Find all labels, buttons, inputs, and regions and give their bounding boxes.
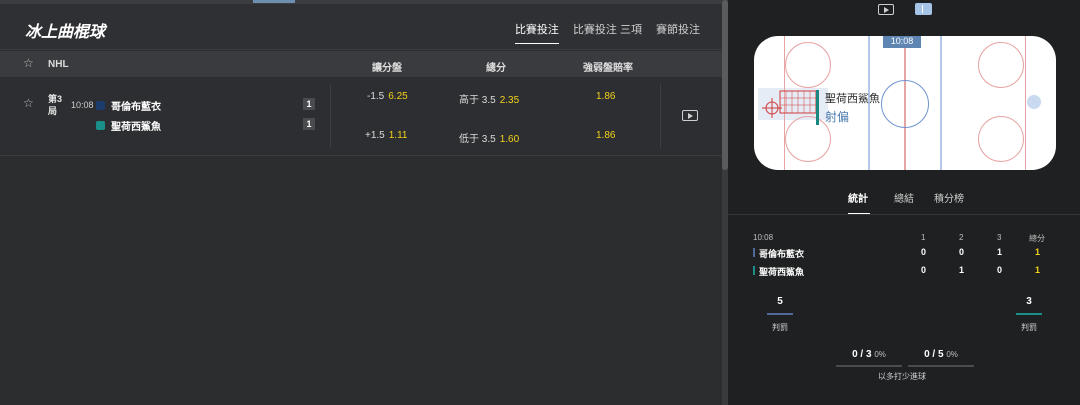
team-home-score: 1 bbox=[303, 98, 315, 110]
penalties-home-value: 5 bbox=[777, 296, 783, 307]
team-away-name: 聖荷西鯊魚 bbox=[111, 122, 161, 133]
rink-view-icon[interactable] bbox=[915, 3, 932, 15]
center-circle bbox=[881, 80, 929, 128]
ice-rink: 10:08 聖荷西鯊魚 射偏 bbox=[754, 36, 1056, 170]
sport-header: 冰上曲棍球 比賽投注 比賽投注 三項 賽節投注 bbox=[0, 4, 722, 50]
divider bbox=[660, 84, 661, 148]
col-handicap: 讓分盤 bbox=[372, 63, 402, 74]
tab-match-betting-3way[interactable]: 比賽投注 三項 bbox=[573, 21, 642, 44]
rink-clock: 10:08 bbox=[883, 36, 921, 48]
goal-net-icon bbox=[762, 90, 817, 118]
penalties-label: 判罰 bbox=[1021, 323, 1037, 332]
tab-match-betting[interactable]: 比賽投注 bbox=[514, 21, 559, 44]
match-clock: 10:08 bbox=[71, 100, 94, 110]
penalties-home: 5 判罰 bbox=[760, 296, 800, 333]
event-action: 射偏 bbox=[825, 110, 850, 124]
goal-crease bbox=[1027, 95, 1041, 109]
powerplay-away: 0 / 5 0% bbox=[908, 349, 974, 367]
divider bbox=[728, 214, 1080, 215]
total-header: 總分 bbox=[1029, 234, 1045, 243]
total-odd-under[interactable]: 低于 3.5 1.60 bbox=[459, 130, 519, 145]
faceoff-circle bbox=[978, 42, 1024, 88]
tab-stats[interactable]: 統計 bbox=[848, 190, 868, 205]
team-away-total: 1 bbox=[1035, 265, 1041, 275]
col-moneyline: 強弱盤賠率 bbox=[583, 63, 633, 74]
column-header: ☆ NHL 讓分盤 總分 強弱盤賠率 bbox=[0, 51, 722, 77]
goal-line bbox=[1025, 36, 1026, 170]
favorite-star-icon[interactable]: ☆ bbox=[23, 56, 34, 70]
stats-time: 10:08 bbox=[753, 233, 774, 242]
blue-line bbox=[940, 36, 942, 170]
col-total: 總分 bbox=[486, 63, 506, 74]
penalties-label: 判罰 bbox=[772, 323, 788, 332]
team-away-name: 聖荷西鯊魚 bbox=[759, 267, 805, 277]
total-odd-over[interactable]: 高于 3.5 2.35 bbox=[459, 91, 519, 106]
powerplay-label: 以多打少進球 bbox=[878, 372, 926, 381]
match-period: 第3局 bbox=[48, 94, 63, 116]
match-tracker-panel: 10:08 聖荷西鯊魚 射偏 統計 總結 積分榜 10:08 1 2 3 總分 … bbox=[728, 0, 1080, 405]
powerplay-away-pct: 0% bbox=[946, 350, 958, 359]
powerplay-home-pct: 0% bbox=[874, 350, 886, 359]
period-3-header: 3 bbox=[997, 233, 1002, 242]
event-team: 聖荷西鯊魚 bbox=[825, 93, 880, 105]
team-logo-icon bbox=[96, 121, 105, 130]
page-title: 冰上曲棍球 bbox=[25, 24, 106, 41]
match-row[interactable]: ☆ 第3局 10:08 哥倫布藍衣 聖荷西鯊魚 1 1 -1.5 6.25 +1.… bbox=[0, 78, 722, 156]
powerplay-home: 0 / 3 0% bbox=[836, 349, 902, 367]
powerplay-home-value: 0 / 3 bbox=[852, 349, 872, 360]
tab-period-betting[interactable]: 賽節投注 bbox=[656, 21, 700, 44]
live-video-icon[interactable] bbox=[682, 110, 698, 121]
penalties-away: 3 判罰 bbox=[1009, 296, 1049, 333]
team-away: 聖荷西鯊魚 bbox=[96, 118, 161, 133]
moneyline-odd-home[interactable]: 1.86 bbox=[596, 91, 615, 102]
team-home-total: 1 bbox=[1035, 247, 1041, 257]
team-away-score: 1 bbox=[303, 118, 315, 130]
team-logo-icon bbox=[96, 101, 105, 110]
handicap-odd-home[interactable]: -1.5 6.25 bbox=[367, 91, 408, 102]
markets-panel: 冰上曲棍球 比賽投注 比賽投注 三項 賽節投注 ☆ NHL 讓分盤 總分 強弱盤… bbox=[0, 0, 722, 405]
team-home-name: 哥倫布藍衣 bbox=[111, 102, 161, 113]
divider bbox=[330, 84, 331, 148]
market-tabs: 比賽投注 比賽投注 三項 賽節投注 bbox=[514, 21, 700, 44]
tracker-toolbar bbox=[728, 3, 1080, 17]
powerplay-away-value: 0 / 5 bbox=[924, 349, 944, 360]
period-2-header: 2 bbox=[959, 233, 964, 242]
team-home: 哥倫布藍衣 bbox=[96, 98, 161, 113]
period-1-header: 1 bbox=[921, 233, 926, 242]
tab-summary[interactable]: 總結 bbox=[894, 190, 914, 205]
penalties-away-value: 3 bbox=[1026, 296, 1032, 307]
tab-standings[interactable]: 積分榜 bbox=[934, 190, 964, 205]
handicap-odd-away[interactable]: +1.5 1.11 bbox=[365, 130, 407, 141]
league-name[interactable]: NHL bbox=[48, 59, 69, 70]
moneyline-odd-away[interactable]: 1.86 bbox=[596, 130, 615, 141]
video-icon[interactable] bbox=[878, 4, 894, 15]
favorite-star-icon[interactable]: ☆ bbox=[23, 96, 34, 110]
rink-event: 聖荷西鯊魚 射偏 bbox=[816, 90, 880, 125]
faceoff-circle bbox=[978, 116, 1024, 162]
faceoff-circle bbox=[785, 42, 831, 88]
team-home-name: 哥倫布藍衣 bbox=[759, 249, 805, 259]
